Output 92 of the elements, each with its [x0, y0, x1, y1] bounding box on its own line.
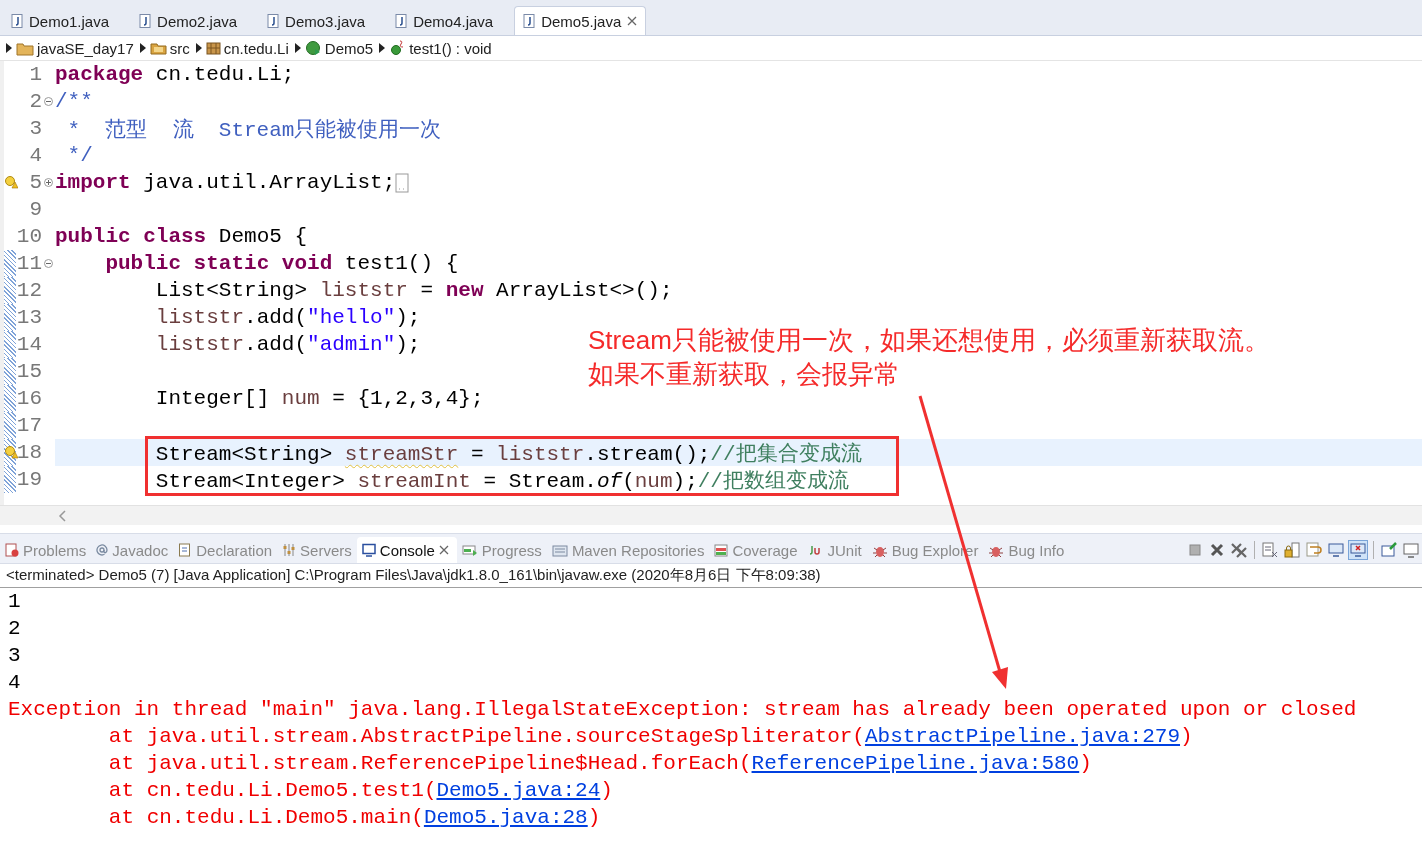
- line-number: 15: [16, 360, 42, 383]
- editor-tab[interactable]: Demo1.java: [2, 6, 131, 35]
- line-number: 12: [16, 279, 42, 302]
- line-number: 18: [16, 441, 42, 464]
- line-number: 5: [29, 171, 42, 194]
- breadcrumb-item[interactable]: cn.tedu.Li: [205, 39, 291, 57]
- line-number: 16: [16, 387, 42, 410]
- console-output-line: 1: [8, 589, 22, 615]
- double-close-icon[interactable]: [1230, 541, 1248, 559]
- line-number: 2: [29, 90, 42, 113]
- code-line: */: [66, 144, 93, 167]
- pin-icon[interactable]: [1380, 541, 1398, 559]
- clear-document-icon[interactable]: [1261, 541, 1279, 559]
- package-icon: [205, 40, 221, 56]
- line-number: 4: [29, 144, 42, 167]
- source-folder-icon: [149, 41, 167, 55]
- repository-icon: [551, 543, 568, 557]
- display-icon[interactable]: [1402, 541, 1420, 559]
- console-status: <terminated> Demo5 (7) [Java Application] C:\Program Files\Java\jdk1.8.0_161\bin\javaw.exe (2020年8月6日 下午8:09:38): [6, 566, 821, 585]
- breadcrumb-item[interactable]: src: [149, 39, 192, 57]
- java-file-icon: [267, 14, 280, 28]
- line-number: 19: [16, 468, 42, 491]
- line-number: 10: [16, 225, 42, 248]
- close-icon[interactable]: [438, 545, 449, 555]
- project-folder-icon: [16, 40, 34, 56]
- java-file-icon: [523, 14, 536, 28]
- code-line: liststr.add("admin");: [154, 333, 421, 356]
- console-output-line: 2: [8, 616, 22, 642]
- chevron-right-icon: [294, 43, 301, 53]
- progress-bar-icon: [461, 543, 478, 557]
- error-message: Exception in thread "main" java.lang.IllegalStateException: stream has already been operated upon or closed: [8, 697, 1358, 723]
- line-number: 14: [16, 333, 42, 356]
- view-tab[interactable]: Console: [356, 537, 457, 563]
- sliders-icon: [282, 543, 297, 557]
- code-line: List<String> liststr = new ArrayList<>();: [154, 279, 673, 302]
- editor-tab[interactable]: Demo3.java: [258, 6, 387, 35]
- document-icon: [178, 543, 193, 557]
- code-line: import java.util.ArrayList;: [55, 171, 396, 194]
- java-file-icon: [395, 14, 408, 28]
- source-link[interactable]: Demo5.java:28: [423, 806, 588, 829]
- chevron-right-icon: [379, 43, 386, 53]
- scroll-left-icon[interactable]: [58, 509, 66, 522]
- word-wrap-icon[interactable]: [1305, 541, 1323, 559]
- line-number: 9: [29, 198, 42, 221]
- chevron-right-icon: [139, 43, 146, 53]
- stack-trace-line: at java.util.stream.AbstractPipeline.sourceStageSpliterator(AbstractPipeline.java:279): [107, 724, 1194, 750]
- fold-plus-icon[interactable]: [44, 178, 53, 187]
- monitor-error-icon[interactable]: [1349, 541, 1367, 559]
- breadcrumb-item[interactable]: javaSE_day17: [16, 39, 136, 57]
- stack-trace-line: at cn.tedu.Li.Demo5.main(Demo5.java:28): [107, 805, 602, 831]
- code-line: liststr.add("hello");: [154, 306, 421, 329]
- stack-trace-line: at cn.tedu.Li.Demo5.test1(Demo5.java:24): [107, 778, 614, 804]
- code-line: public static void test1() {: [104, 252, 459, 275]
- java-file-icon: [11, 14, 23, 28]
- line-number: 3: [29, 117, 42, 140]
- at-sign-icon: [96, 544, 109, 556]
- console-output-line: 3: [8, 643, 22, 669]
- monitor-icon: [361, 543, 376, 557]
- line-number: 1: [29, 63, 42, 86]
- close-icon[interactable]: [627, 16, 638, 26]
- breadcrumb-item[interactable]: test1() : void: [389, 39, 494, 57]
- source-link[interactable]: ReferencePipeline.java:580: [751, 752, 1080, 775]
- line-number: 11: [16, 252, 42, 275]
- code-line: * 范型 流 Stream只能被使用一次: [66, 117, 442, 143]
- annotation-note: Stream只能被使用一次，如果还想使用，必须重新获取流。 如果不重新获取，会报异常: [588, 324, 1270, 391]
- editor-tab[interactable]: Demo4.java: [386, 6, 515, 35]
- lock-icon[interactable]: [1283, 541, 1301, 559]
- editor-tab[interactable]: Demo2.java: [130, 6, 259, 35]
- code-line: public class Demo5 {: [55, 225, 308, 248]
- breadcrumb-item[interactable]: Demo5: [304, 39, 376, 57]
- console-output-line: 4: [8, 670, 22, 696]
- source-link[interactable]: AbstractPipeline.java:279: [864, 725, 1180, 748]
- line-number: 13: [16, 306, 42, 329]
- source-link[interactable]: Demo5.java:24: [436, 779, 601, 802]
- close-icon[interactable]: [1208, 541, 1226, 559]
- fold-minus-icon[interactable]: [44, 97, 53, 106]
- stack-trace-line: at java.util.stream.ReferencePipeline$Head.forEach(ReferencePipeline.java:580): [107, 751, 1093, 777]
- error-list-icon: [5, 543, 19, 557]
- code-line: Stream<Integer> streamInt = Stream.of(num);//把数组变成流: [154, 468, 849, 494]
- java-file-icon: [139, 14, 152, 28]
- code-line: Integer[] num = {1,2,3,4};: [154, 387, 484, 410]
- chevron-right-icon: [6, 43, 12, 53]
- code-line: package cn.tedu.Li;: [55, 63, 295, 86]
- fold-minus-icon[interactable]: [44, 259, 53, 268]
- monitor-icon[interactable]: [1327, 541, 1345, 559]
- code-line: Stream<String> streamStr = liststr.stream();//把集合变成流: [154, 441, 862, 467]
- code-line: /**: [55, 90, 93, 113]
- chevron-right-icon: [195, 43, 202, 53]
- class-icon: [304, 40, 322, 56]
- coverage-icon: [714, 543, 729, 557]
- editor-tab[interactable]: Demo5.java: [514, 6, 647, 35]
- line-number: 17: [16, 414, 42, 437]
